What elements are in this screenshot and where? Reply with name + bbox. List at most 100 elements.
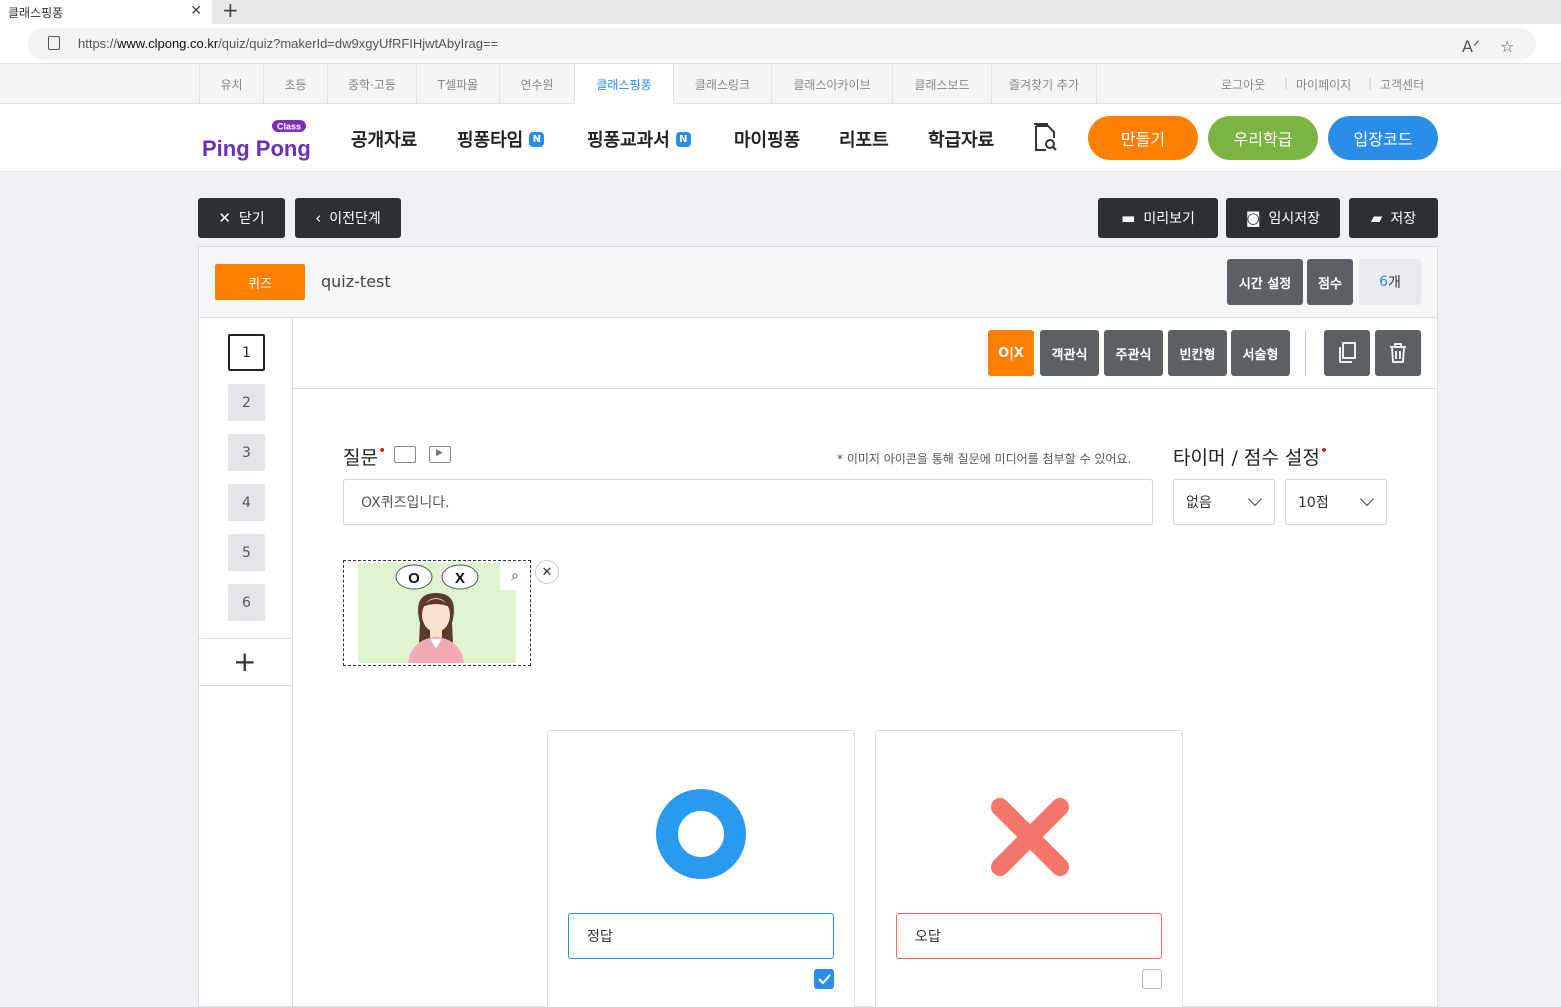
url-text: https://www.clpong.co.kr/quiz/quiz?maker… bbox=[78, 36, 499, 51]
chevron-down-icon bbox=[1359, 491, 1375, 507]
cross-x-icon bbox=[991, 798, 1069, 876]
trash-icon[interactable] bbox=[1375, 330, 1421, 376]
close-tab-icon[interactable]: ✕ bbox=[190, 3, 202, 19]
monitor-icon: ▬ bbox=[1121, 209, 1136, 227]
quiz-header: 퀴즈 quiz-test 시간 설정 점수 6개 bbox=[199, 247, 1437, 318]
answer-card-o[interactable]: 정답 bbox=[547, 730, 855, 1007]
logout-link[interactable]: 로그아웃 bbox=[1221, 76, 1265, 93]
favorite-star-icon[interactable]: ☆ bbox=[1500, 37, 1514, 56]
new-badge: N bbox=[529, 131, 545, 147]
site-nav-item[interactable]: T셀파몰 bbox=[416, 64, 499, 104]
menu-my-pingpong[interactable]: 마이핑퐁 bbox=[734, 126, 800, 152]
answer-card-x[interactable]: 오답 bbox=[875, 730, 1183, 1007]
close-button[interactable]: ✕ 닫기 bbox=[198, 198, 285, 238]
time-setting-button[interactable]: 시간 설정 bbox=[1227, 259, 1303, 305]
mypage-link[interactable]: 마이페이지 bbox=[1296, 76, 1351, 93]
circle-o-icon bbox=[656, 789, 746, 879]
chevron-left-icon: ‹ bbox=[315, 209, 322, 227]
entry-code-button[interactable]: 입장코드 bbox=[1328, 116, 1438, 160]
quiz-title[interactable]: quiz-test bbox=[321, 272, 391, 291]
ox-illustration: O X bbox=[358, 563, 516, 663]
question-input[interactable]: OX퀴즈입니다. bbox=[343, 479, 1153, 525]
zoom-icon[interactable]: ⌕ bbox=[500, 562, 530, 590]
new-badge: N bbox=[675, 131, 691, 147]
type-ox-button[interactable]: O|X bbox=[988, 330, 1034, 376]
site-nav-item[interactable]: 중학·고등 bbox=[327, 64, 416, 104]
timer-score-label: 타이머 / 점수 설정• bbox=[1173, 443, 1329, 469]
menu-report[interactable]: 리포트 bbox=[839, 126, 889, 152]
site-nav-item[interactable]: 클래스아카이브 bbox=[771, 64, 892, 104]
create-button[interactable]: 만들기 bbox=[1088, 116, 1198, 160]
type-multiple-choice-button[interactable]: 객관식 bbox=[1040, 330, 1099, 376]
browser-tabstrip: 클래스핑퐁 ✕ + bbox=[0, 0, 1561, 24]
score-select[interactable]: 10점 bbox=[1285, 479, 1387, 525]
question-number-button[interactable]: 6 bbox=[228, 584, 265, 621]
video-attach-icon[interactable]: ▶ bbox=[429, 446, 451, 463]
site-nav-item[interactable]: 클래스링크 bbox=[673, 64, 771, 104]
type-short-answer-button[interactable]: 주관식 bbox=[1104, 330, 1163, 376]
correct-checkbox[interactable] bbox=[814, 969, 834, 989]
tab-title: 클래스핑퐁 bbox=[8, 5, 64, 20]
browser-tab[interactable]: 클래스핑퐁 ✕ bbox=[0, 0, 212, 24]
temp-save-button[interactable]: ◙ 임시저장 bbox=[1226, 198, 1340, 238]
menu-pingpong-textbook[interactable]: 핑퐁교과서 N bbox=[587, 126, 691, 152]
quiz-editor-panel: 퀴즈 quiz-test 시간 설정 점수 6개 1 2 3 4 5 6 + O… bbox=[198, 246, 1438, 1007]
add-question-icon[interactable]: + bbox=[233, 648, 256, 676]
question-type-bar: O|X 객관식 주관식 빈칸형 서술형 bbox=[293, 318, 1437, 389]
support-link[interactable]: 고객센터 bbox=[1380, 76, 1424, 93]
image-attach-icon[interactable] bbox=[394, 446, 416, 463]
prev-step-button[interactable]: ‹ 이전단계 bbox=[295, 198, 401, 238]
question-number-button[interactable]: 1 bbox=[228, 334, 265, 371]
copy-icon[interactable] bbox=[1324, 330, 1370, 376]
site-nav: 유치 초등 중학·고등 T셀파몰 연수원 클래스핑퐁 클래스링크 클래스아카이브… bbox=[0, 64, 1561, 105]
divider: | bbox=[1284, 76, 1289, 90]
question-label: 질문• bbox=[343, 443, 387, 469]
my-class-button[interactable]: 우리학급 bbox=[1208, 116, 1318, 160]
site-nav-item[interactable]: 초등 bbox=[263, 64, 327, 104]
folder-icon: ▰ bbox=[1370, 209, 1383, 227]
question-image[interactable]: O X ⌕ bbox=[343, 560, 531, 666]
answer-input-wrong[interactable]: 오답 bbox=[896, 913, 1162, 959]
pingpong-logo[interactable]: Class Ping Pong bbox=[200, 118, 312, 162]
score-button[interactable]: 점수 bbox=[1307, 259, 1353, 305]
quiz-type-badge: 퀴즈 bbox=[215, 264, 305, 300]
divider bbox=[199, 685, 293, 686]
site-nav-item[interactable]: 유치 bbox=[199, 64, 263, 104]
camera-icon: ◙ bbox=[1245, 209, 1261, 227]
document-search-icon[interactable] bbox=[1032, 122, 1058, 152]
menu-pingpong-time[interactable]: 핑퐁타임 N bbox=[457, 126, 545, 152]
url-field[interactable]: https://www.clpong.co.kr/quiz/quiz?maker… bbox=[28, 28, 1536, 60]
site-nav-item-active[interactable]: 클래스핑퐁 bbox=[574, 64, 673, 105]
svg-text:O: O bbox=[408, 570, 420, 587]
question-number-button[interactable]: 3 bbox=[228, 434, 265, 471]
media-hint-text: * 이미지 아이콘을 통해 질문에 미디어를 첨부할 수 있어요. bbox=[837, 452, 1132, 466]
site-nav-item[interactable]: 연수원 bbox=[499, 64, 574, 104]
answer-input-correct[interactable]: 정답 bbox=[568, 913, 834, 959]
read-aloud-icon[interactable]: Aᐟ bbox=[1462, 37, 1480, 56]
preview-button[interactable]: ▬ 미리보기 bbox=[1098, 198, 1218, 238]
main-header: Class Ping Pong 공개자료 핑퐁타임 N 핑퐁교과서 N 마이핑퐁 리… bbox=[0, 104, 1561, 172]
question-sidebar: 1 2 3 4 5 6 + bbox=[199, 318, 293, 1007]
question-number-button[interactable]: 4 bbox=[228, 484, 265, 521]
menu-class-materials[interactable]: 학급자료 bbox=[928, 126, 994, 152]
question-number-button[interactable]: 2 bbox=[228, 384, 265, 421]
wrong-checkbox[interactable] bbox=[1142, 969, 1162, 989]
svg-text:X: X bbox=[455, 570, 465, 587]
remove-image-icon[interactable]: ✕ bbox=[535, 560, 559, 584]
menu-public-materials[interactable]: 공개자료 bbox=[351, 126, 417, 152]
close-icon: ✕ bbox=[218, 209, 231, 227]
question-number-button[interactable]: 5 bbox=[228, 534, 265, 571]
new-tab-icon[interactable]: + bbox=[222, 0, 239, 20]
divider bbox=[199, 638, 293, 639]
lock-icon bbox=[48, 36, 60, 50]
save-button[interactable]: ▰ 저장 bbox=[1349, 198, 1438, 238]
timer-select[interactable]: 없음 bbox=[1173, 479, 1275, 525]
type-essay-button[interactable]: 서술형 bbox=[1231, 330, 1290, 376]
divider bbox=[1305, 330, 1306, 376]
type-fill-blank-button[interactable]: 빈칸형 bbox=[1168, 330, 1227, 376]
address-bar: https://www.clpong.co.kr/quiz/quiz?maker… bbox=[0, 24, 1561, 64]
bookmark-add-link[interactable]: 즐겨찾기 추가 bbox=[991, 64, 1097, 104]
svg-text:Ping Pong: Ping Pong bbox=[202, 136, 311, 161]
site-nav-item[interactable]: 클래스보드 bbox=[892, 64, 991, 104]
question-count: 6개 bbox=[1359, 259, 1421, 305]
